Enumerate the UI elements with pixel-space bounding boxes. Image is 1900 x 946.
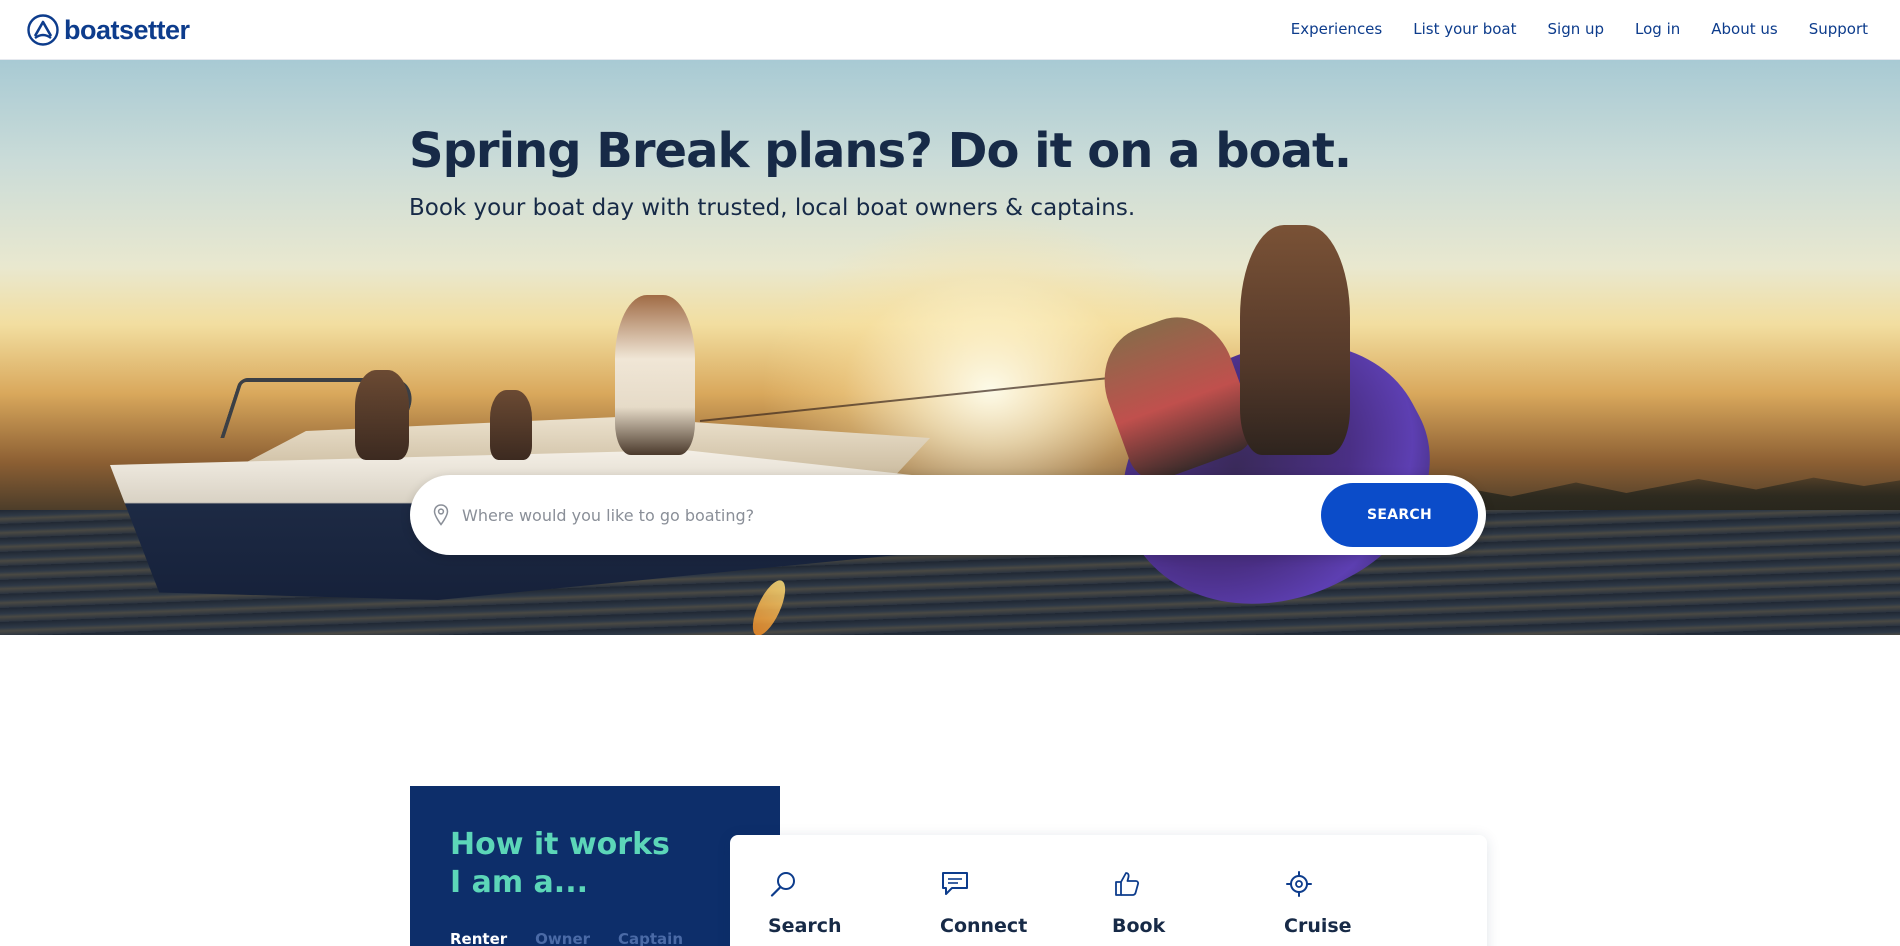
hero-title: Spring Break plans? Do it on a boat. (409, 123, 1352, 179)
role-tabs: Renter Owner Captain (450, 930, 711, 946)
how-it-works-heading: How it works (450, 827, 670, 862)
how-it-works-title: How it works I am a... (450, 826, 670, 902)
ship-wheel-icon (1286, 871, 1312, 897)
step-label: Cruise (1284, 915, 1352, 937)
nav-link-about-us[interactable]: About us (1711, 20, 1777, 38)
thumbs-up-icon (1115, 872, 1140, 896)
hero-person (355, 370, 409, 460)
tab-captain[interactable]: Captain (618, 930, 683, 946)
boatsetter-logo-icon (27, 14, 59, 46)
step-label: Search (768, 915, 842, 937)
hero-person-driver (615, 295, 695, 455)
tab-renter[interactable]: Renter (450, 930, 507, 946)
hero-person-on-tube (1240, 225, 1350, 455)
tab-owner[interactable]: Owner (535, 930, 590, 946)
boatsetter-logo[interactable]: boatsetter (27, 13, 190, 47)
how-it-works-panel: How it works I am a... Renter Owner Capt… (410, 786, 780, 946)
nav-links: Experiences List your boat Sign up Log i… (1260, 0, 1868, 58)
hero-person (490, 390, 532, 460)
search-input[interactable] (462, 495, 1252, 535)
step-search: Search (768, 869, 842, 937)
top-navigation: boatsetter Experiences List your boat Si… (0, 0, 1900, 60)
location-pin-icon (433, 504, 449, 526)
step-label: Book (1112, 915, 1166, 937)
nav-link-experiences[interactable]: Experiences (1291, 20, 1382, 38)
hero-subtitle: Book your boat day with trusted, local b… (409, 195, 1136, 221)
nav-link-log-in[interactable]: Log in (1635, 20, 1680, 38)
nav-link-sign-up[interactable]: Sign up (1548, 20, 1605, 38)
nav-link-support[interactable]: Support (1809, 20, 1868, 38)
nav-link-list-your-boat[interactable]: List your boat (1413, 20, 1516, 38)
brand-name: boatsetter (64, 14, 190, 45)
chat-bubble-icon (942, 872, 968, 895)
location-search-bar: SEARCH (410, 475, 1486, 555)
search-button[interactable]: SEARCH (1321, 483, 1478, 547)
magnifier-icon (770, 872, 795, 897)
step-connect: Connect (940, 869, 1027, 937)
step-book: Book (1112, 869, 1165, 937)
step-label: Connect (940, 915, 1028, 937)
step-cruise: Cruise (1284, 869, 1352, 937)
role-prompt: I am a... (450, 865, 588, 900)
how-it-works-steps: Search Connect Book Cruise (730, 835, 1487, 946)
